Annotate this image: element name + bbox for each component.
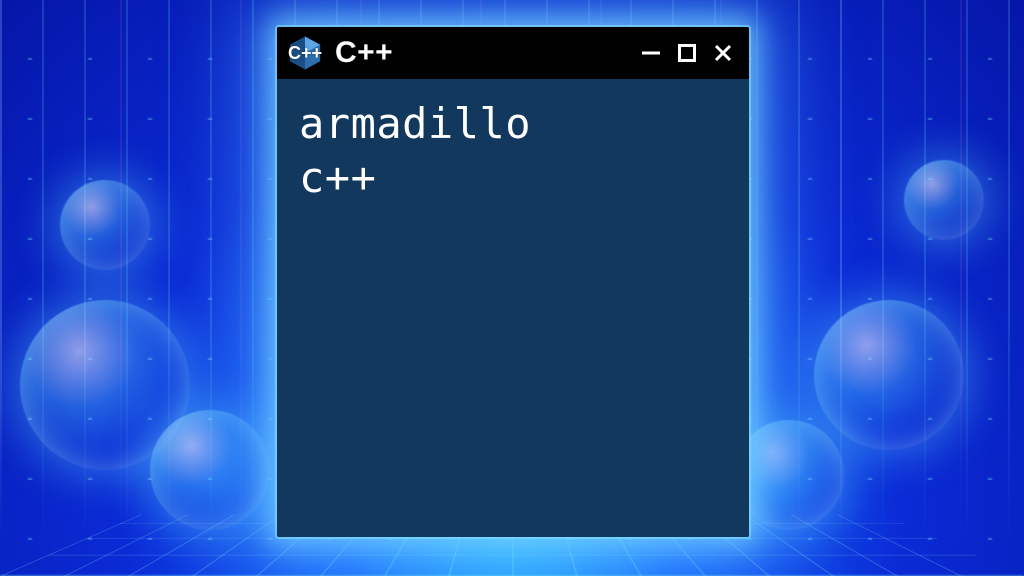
orb-decoration <box>60 180 150 270</box>
output-line-2: c++ <box>299 153 376 202</box>
orb-decoration <box>814 300 964 450</box>
orb-decoration <box>150 410 270 530</box>
titlebar[interactable]: C++ C++ <box>277 27 749 79</box>
orb-decoration <box>904 160 984 240</box>
cpp-logo-icon: C++ <box>287 35 323 71</box>
window-title: C++ <box>335 38 393 68</box>
orb-decoration <box>734 420 844 530</box>
maximize-button[interactable] <box>675 41 699 65</box>
close-button[interactable] <box>711 41 735 65</box>
orb-decoration <box>20 300 190 470</box>
minimize-button[interactable] <box>639 41 663 65</box>
output-line-1: armadillo <box>299 99 531 148</box>
terminal-client-area[interactable]: armadillo c++ <box>277 79 749 537</box>
terminal-window: C++ C++ armadillo c++ <box>277 27 749 537</box>
